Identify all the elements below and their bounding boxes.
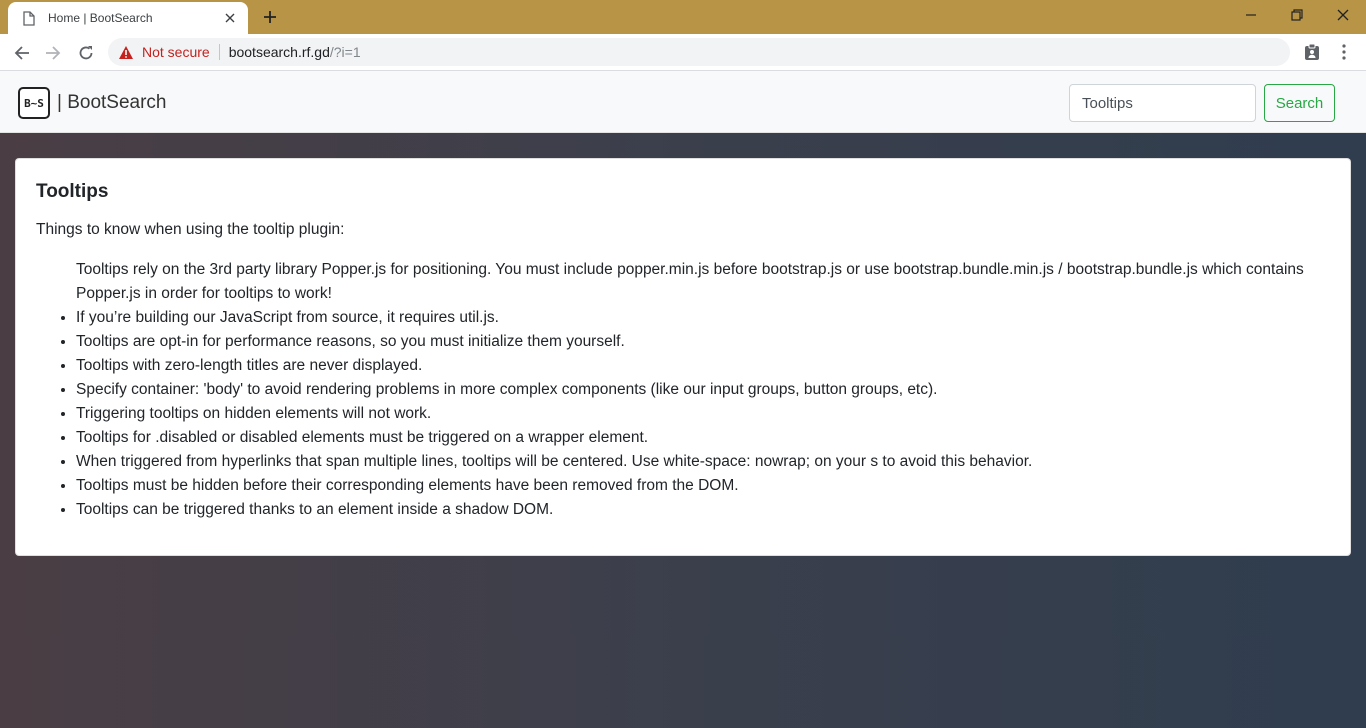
list-item: Tooltips must be hidden before their cor… bbox=[76, 474, 1330, 498]
site-navbar: B~S | BootSearch Search bbox=[0, 71, 1366, 133]
forward-arrow-icon[interactable] bbox=[41, 41, 65, 65]
url-path: /?i=1 bbox=[329, 44, 361, 60]
clipboard-icon[interactable] bbox=[1302, 42, 1322, 62]
list-item: Specify container: 'body' to avoid rende… bbox=[76, 378, 1330, 402]
browser-tab[interactable]: Home | BootSearch bbox=[8, 2, 248, 34]
list-item: If you’re building our JavaScript from s… bbox=[76, 306, 1330, 330]
browser-tabstrip: Home | BootSearch bbox=[0, 0, 1366, 34]
reload-icon[interactable] bbox=[74, 41, 98, 65]
warning-icon bbox=[118, 44, 134, 60]
security-label[interactable]: Not secure bbox=[142, 44, 210, 60]
search-input[interactable] bbox=[1069, 84, 1256, 122]
lead-item: Tooltips rely on the 3rd party library P… bbox=[76, 261, 1304, 302]
list-item: Tooltips for .disabled or disabled eleme… bbox=[76, 426, 1330, 450]
list-item: When triggered from hyperlinks that span… bbox=[76, 450, 1330, 474]
url-host: bootsearch.rf.gd bbox=[228, 44, 330, 60]
list-item: Tooltips can be triggered thanks to an e… bbox=[76, 498, 1330, 522]
card-title: Tooltips bbox=[36, 181, 109, 202]
card-intro: Things to know when using the tooltip pl… bbox=[36, 221, 345, 238]
brand-link[interactable]: B~S | BootSearch bbox=[18, 87, 167, 119]
back-arrow-icon[interactable] bbox=[10, 41, 34, 65]
restore-icon[interactable] bbox=[1274, 0, 1320, 30]
kebab-menu-icon[interactable] bbox=[1334, 42, 1354, 62]
close-icon[interactable] bbox=[222, 10, 238, 26]
plus-icon[interactable] bbox=[258, 6, 282, 28]
page-icon bbox=[22, 10, 36, 26]
list-item: Tooltips with zero-length titles are nev… bbox=[76, 354, 1330, 378]
address-bar[interactable]: Not secure bootsearch.rf.gd /?i=1 bbox=[108, 38, 1290, 66]
list-item: Triggering tooltips on hidden elements w… bbox=[76, 402, 1330, 426]
page-body: B~S | BootSearch Search Tooltips Things … bbox=[0, 71, 1366, 728]
window-close-icon[interactable] bbox=[1320, 0, 1366, 30]
result-card: Tooltips Things to know when using the t… bbox=[15, 158, 1351, 556]
tab-title: Home | BootSearch bbox=[48, 11, 153, 25]
brand-logo: B~S bbox=[18, 87, 50, 119]
tips-list: If you’re building our JavaScript from s… bbox=[36, 306, 1330, 522]
minimize-icon[interactable] bbox=[1228, 0, 1274, 30]
search-button[interactable]: Search bbox=[1264, 84, 1335, 122]
brand-text: | BootSearch bbox=[57, 92, 167, 113]
address-divider bbox=[218, 44, 220, 60]
list-item: Tooltips are opt-in for performance reas… bbox=[76, 330, 1330, 354]
browser-toolbar: Not secure bootsearch.rf.gd /?i=1 bbox=[0, 34, 1366, 71]
